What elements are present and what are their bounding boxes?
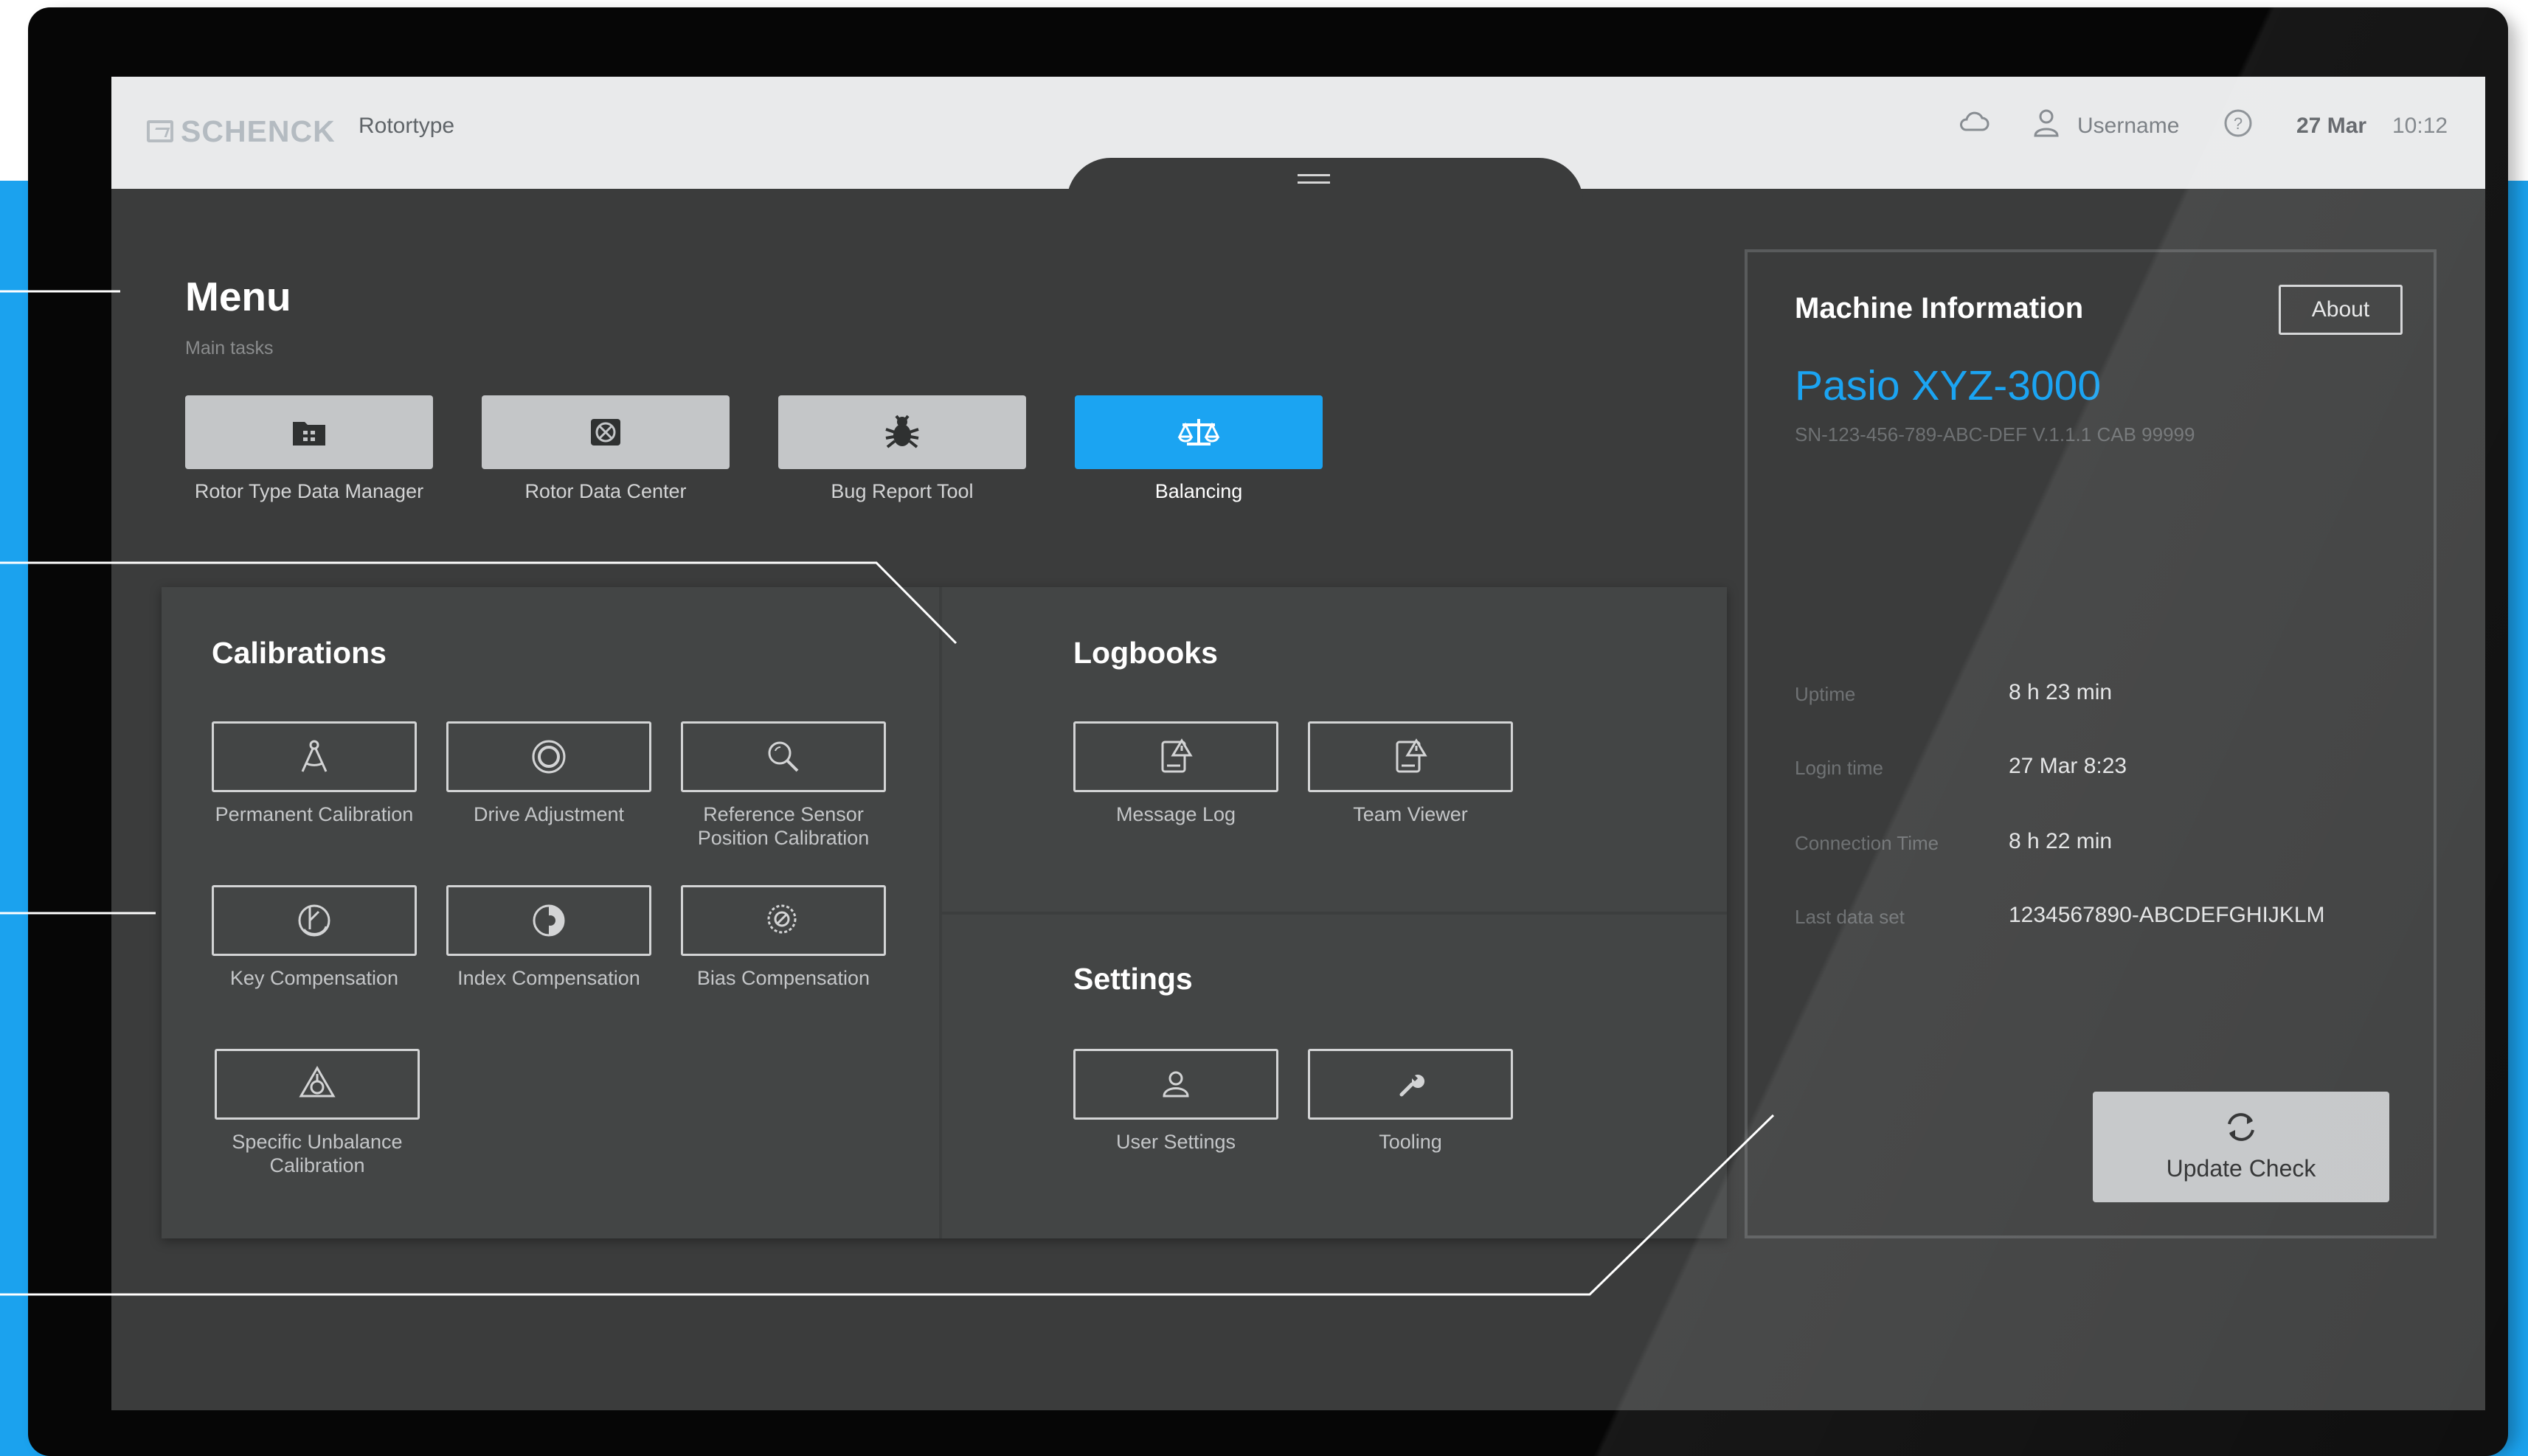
callout-line [0,561,957,645]
callout-lines [0,290,1775,1296]
callout-line [0,1114,1775,1296]
